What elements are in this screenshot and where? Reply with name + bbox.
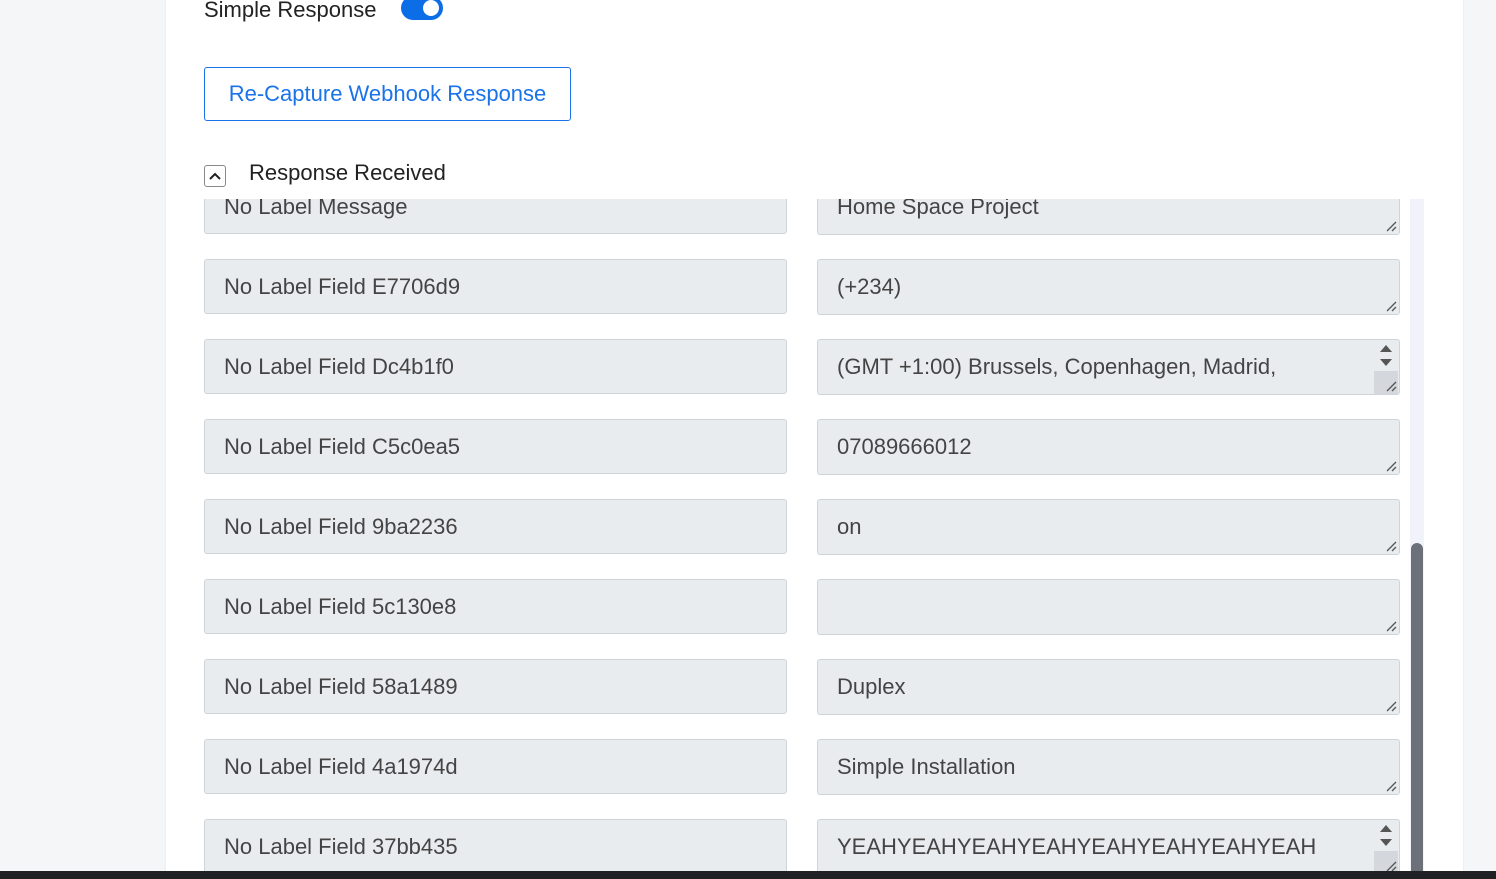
- arrow-down-icon[interactable]: [1380, 359, 1392, 366]
- field-value-textarea[interactable]: Home Space Project: [817, 199, 1400, 235]
- resize-handle-icon[interactable]: [1385, 220, 1397, 232]
- field-key-input[interactable]: No Label Field 58a1489: [204, 659, 787, 714]
- field-value-textarea[interactable]: 07089666012: [817, 419, 1400, 475]
- field-value-text: on: [837, 514, 862, 539]
- recapture-webhook-button[interactable]: Re-Capture Webhook Response: [204, 67, 571, 121]
- field-value-textarea[interactable]: (+234): [817, 259, 1400, 315]
- field-key-input[interactable]: No Label Field 37bb435: [204, 819, 787, 871]
- resize-handle-icon[interactable]: [1385, 860, 1397, 871]
- field-key-input[interactable]: No Label Message: [204, 199, 787, 234]
- simple-response-label: Simple Response: [204, 0, 377, 22]
- resize-handle-icon[interactable]: [1385, 540, 1397, 552]
- arrow-up-icon[interactable]: [1380, 345, 1392, 352]
- field-key-input[interactable]: No Label Field 9ba2236: [204, 499, 787, 554]
- field-value-text: Duplex: [837, 674, 906, 699]
- resize-handle-icon[interactable]: [1385, 460, 1397, 472]
- arrow-up-icon[interactable]: [1380, 825, 1392, 832]
- field-key-input[interactable]: No Label Field Dc4b1f0: [204, 339, 787, 394]
- field-row: No Label Field 5c130e8: [204, 558, 1400, 638]
- resize-handle-icon[interactable]: [1385, 700, 1397, 712]
- field-value-text: (+234): [837, 274, 902, 299]
- simple-response-toggle[interactable]: [401, 0, 443, 20]
- field-row: No Label Field Dc4b1f0 (GMT +1:00) Brusse…: [204, 318, 1400, 398]
- field-row: No Label Field E7706d9 (+234): [204, 238, 1400, 318]
- bottom-taskbar-strip: [0, 871, 1496, 879]
- field-value-textarea[interactable]: [817, 579, 1400, 635]
- field-value-textarea[interactable]: (GMT +1:00) Brussels, Copenhagen, Madrid…: [817, 339, 1400, 395]
- field-row: No Label Field 9ba2236 on: [204, 478, 1400, 558]
- field-row: No Label Field 37bb435 YEAHYEAHYEAHYEAHYE…: [204, 798, 1400, 871]
- field-key-input[interactable]: No Label Field E7706d9: [204, 259, 787, 314]
- resize-handle-icon[interactable]: [1385, 780, 1397, 792]
- response-fields-scroll-area[interactable]: No Label Message Home Space Project No Lab…: [166, 199, 1424, 871]
- field-row: No Label Field 58a1489 Duplex: [204, 638, 1400, 718]
- field-value-text: (GMT +1:00) Brussels, Copenhagen, Madrid…: [837, 354, 1277, 379]
- field-value-text: YEAHYEAHYEAHYEAHYEAHYEAHYEAHYEAH: [837, 834, 1317, 859]
- chevron-up-icon[interactable]: [204, 165, 226, 187]
- field-row: No Label Field C5c0ea5 07089666012: [204, 398, 1400, 478]
- field-row: No Label Field 4a1974d Simple Installatio…: [204, 718, 1400, 798]
- field-row: No Label Message Home Space Project: [204, 199, 1400, 238]
- field-value-text: Simple Installation: [837, 754, 1016, 779]
- resize-handle-icon[interactable]: [1385, 380, 1397, 392]
- toggle-knob: [423, 0, 439, 16]
- resize-handle-icon[interactable]: [1385, 300, 1397, 312]
- field-value-text: Home Space Project: [837, 199, 1039, 219]
- response-received-header: Response Received: [204, 158, 446, 188]
- field-value-textarea[interactable]: YEAHYEAHYEAHYEAHYEAHYEAHYEAHYEAH: [817, 819, 1400, 871]
- response-fields-list: No Label Message Home Space Project No Lab…: [204, 199, 1400, 871]
- response-received-title: Response Received: [249, 160, 446, 185]
- field-value-textarea[interactable]: Simple Installation: [817, 739, 1400, 795]
- simple-response-row: Simple Response: [204, 0, 376, 26]
- arrow-down-icon[interactable]: [1380, 839, 1392, 846]
- resize-handle-icon[interactable]: [1385, 620, 1397, 632]
- field-key-input[interactable]: No Label Field 5c130e8: [204, 579, 787, 634]
- field-key-input[interactable]: No Label Field C5c0ea5: [204, 419, 787, 474]
- textarea-scroll-arrows[interactable]: [1374, 341, 1398, 371]
- field-value-textarea[interactable]: Duplex: [817, 659, 1400, 715]
- vertical-scrollbar-thumb[interactable]: [1411, 543, 1423, 879]
- field-value-text: 07089666012: [837, 434, 972, 459]
- textarea-scroll-arrows[interactable]: [1374, 821, 1398, 851]
- field-value-textarea[interactable]: on: [817, 499, 1400, 555]
- field-key-input[interactable]: No Label Field 4a1974d: [204, 739, 787, 794]
